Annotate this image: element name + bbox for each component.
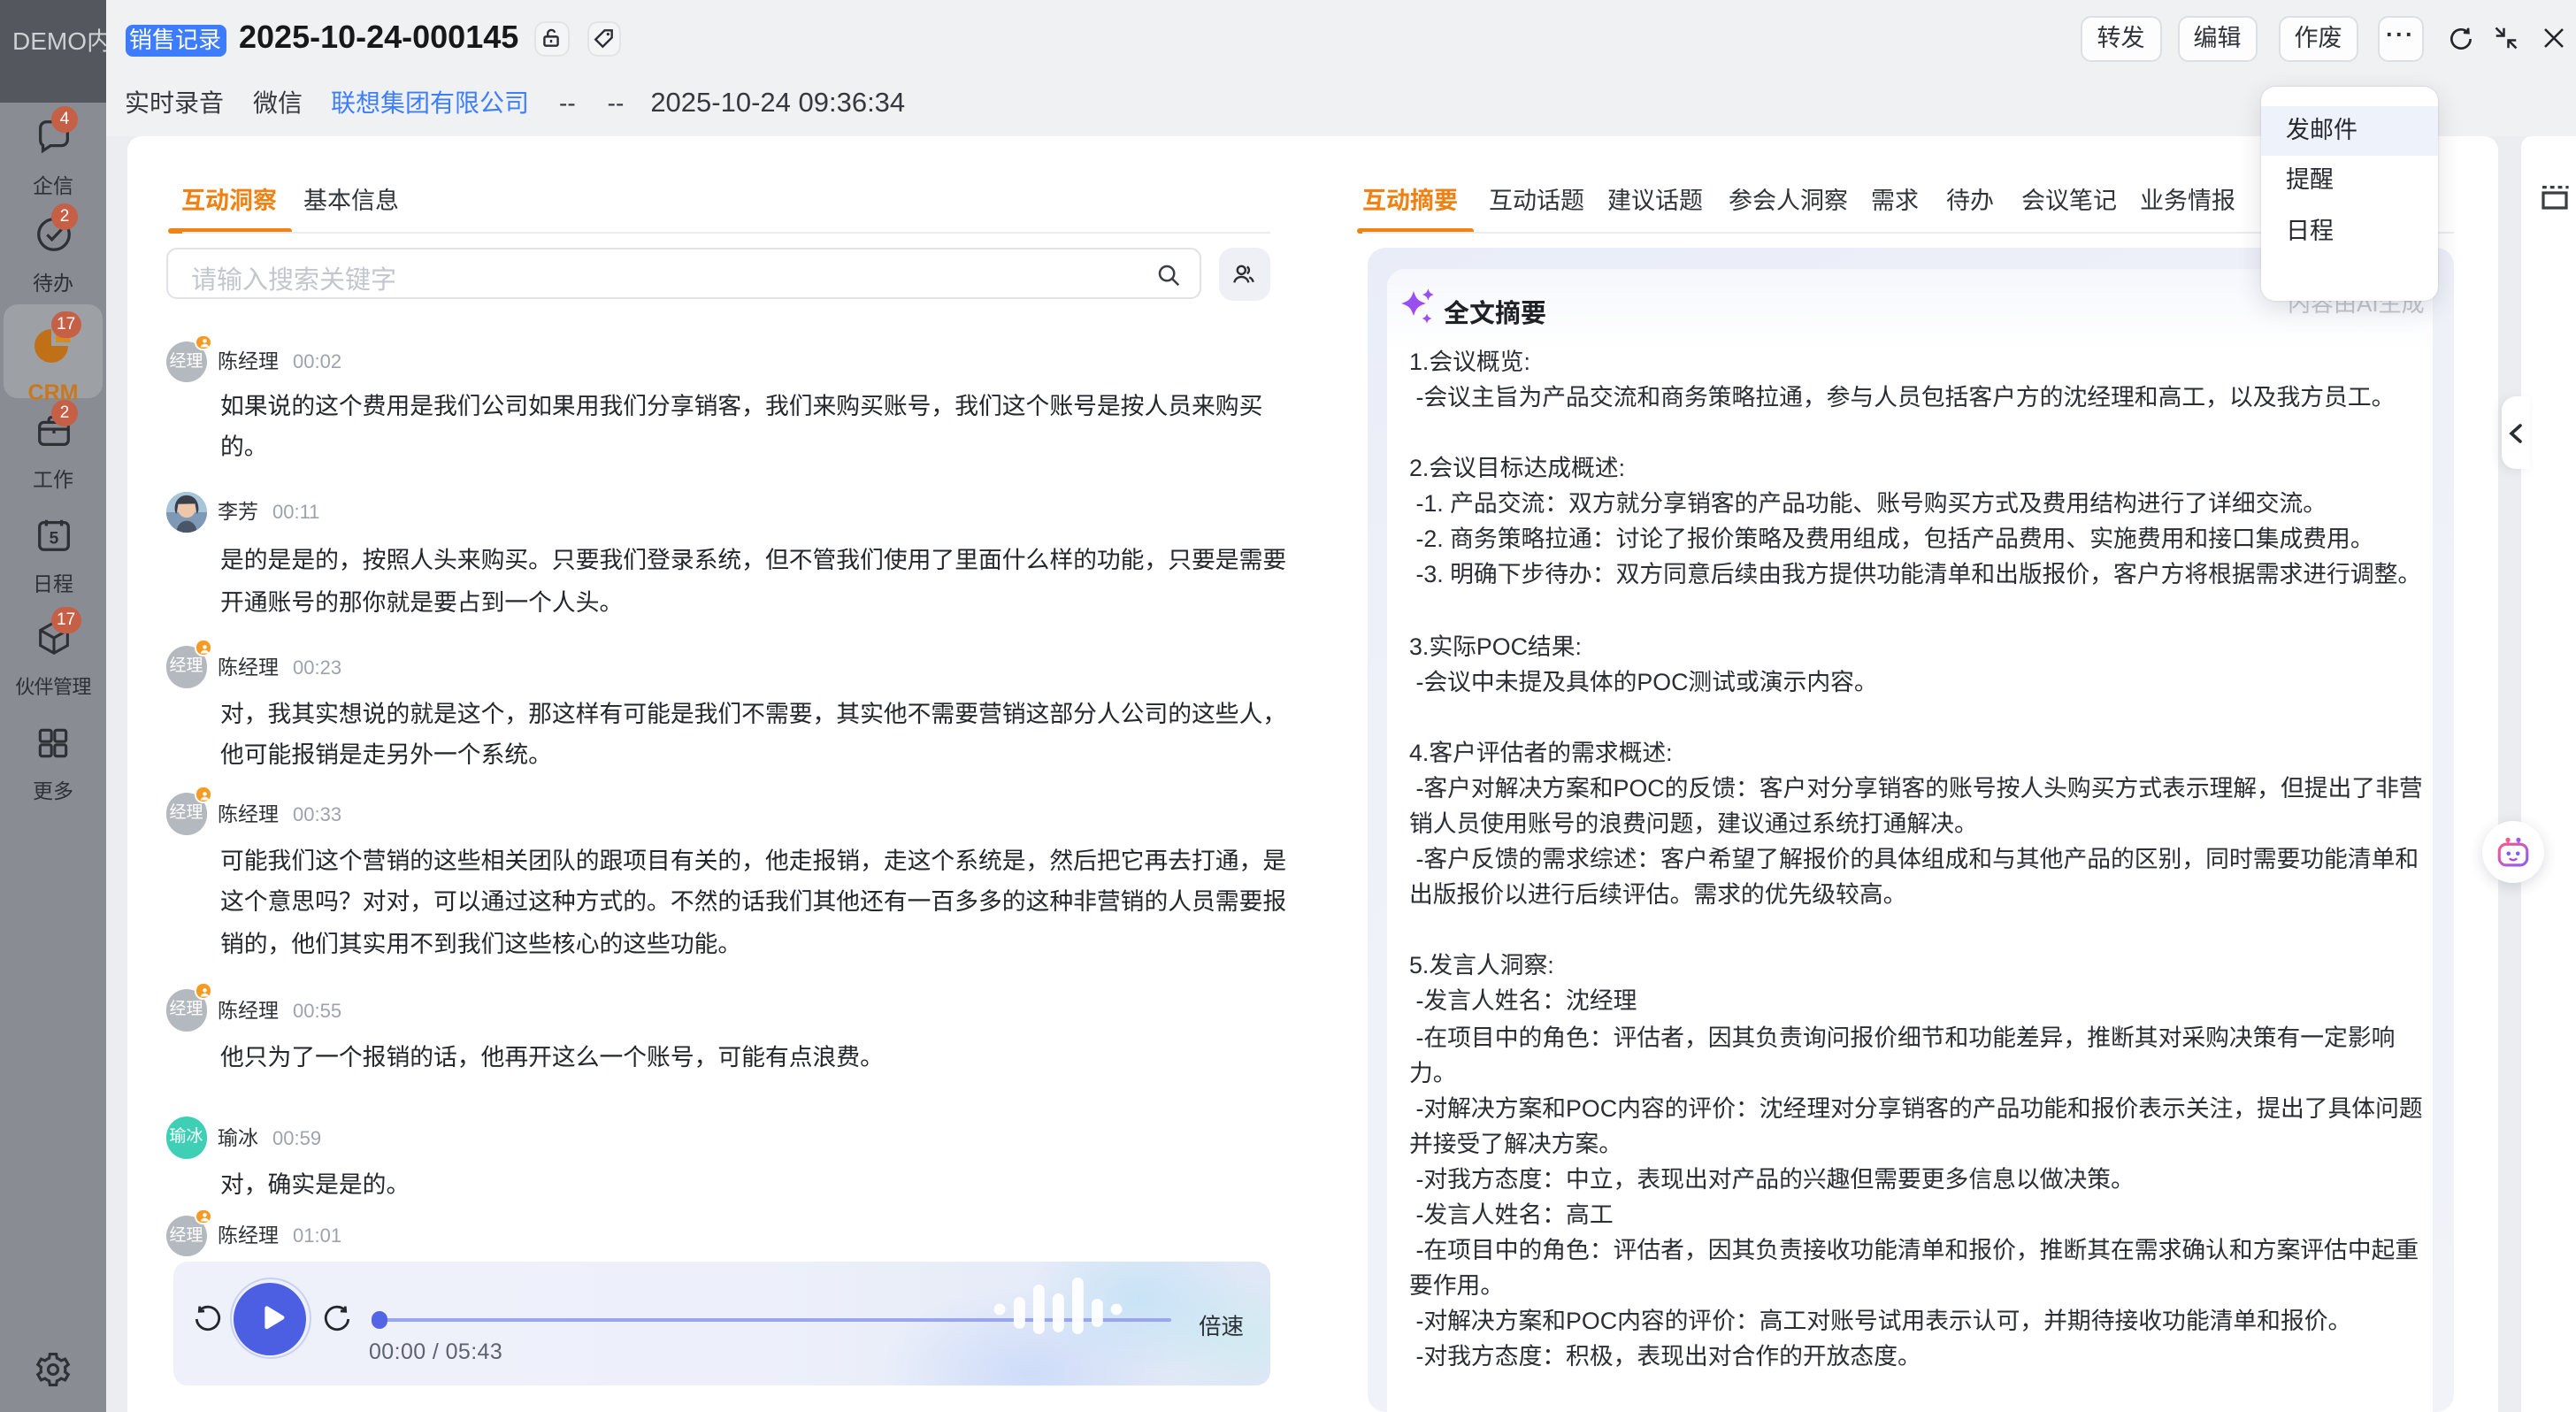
svg-text:5: 5 (49, 530, 58, 549)
